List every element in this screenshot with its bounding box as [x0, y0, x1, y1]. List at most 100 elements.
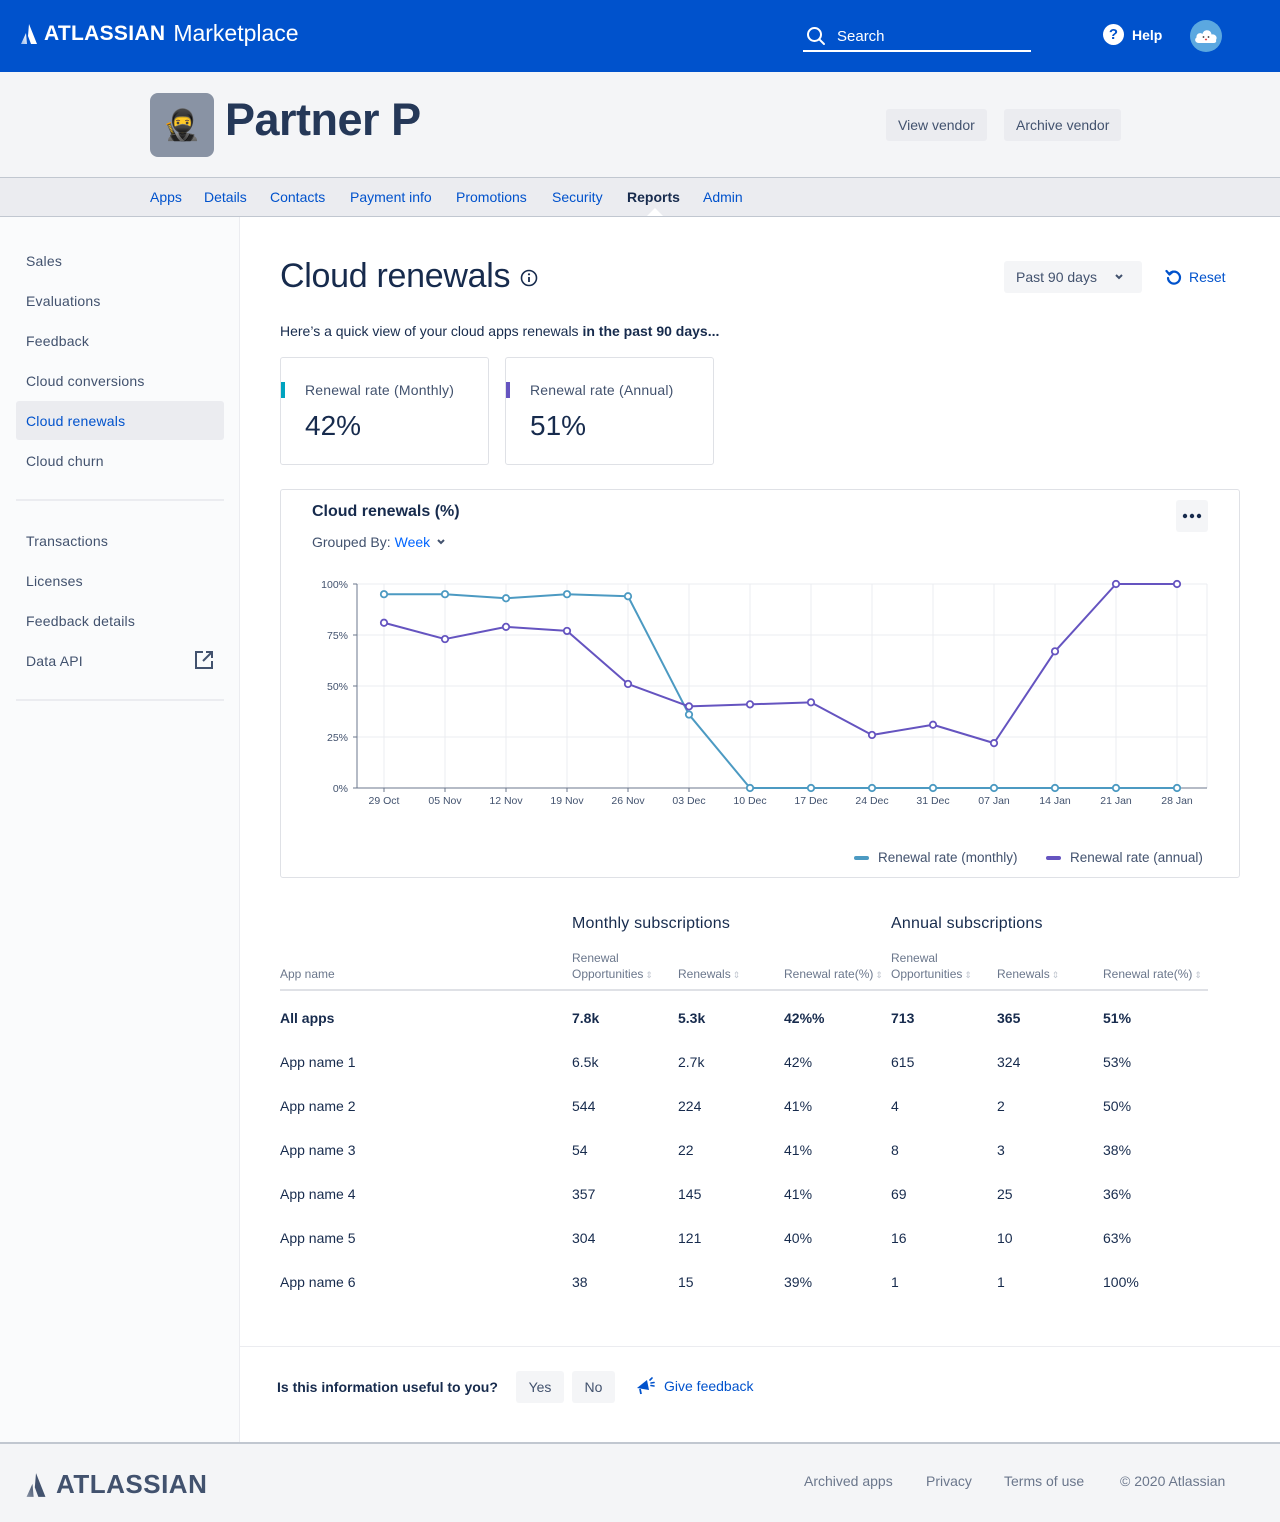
table-row[interactable]: App name 5 304 121 40% 16 10 63% — [280, 1230, 1208, 1274]
cell-annual-renewals: 324 — [997, 1054, 1021, 1070]
sidebar-item-cloud-renewals[interactable]: Cloud renewals — [16, 401, 224, 440]
tab-contacts[interactable]: Contacts — [270, 189, 325, 205]
column-header-monthly-opportunities[interactable]: Renewal Opportunities ⇕ — [572, 950, 653, 983]
column-header-monthly-renewals[interactable]: Renewals ⇕ — [678, 966, 740, 983]
legend-item-annual[interactable]: Renewal rate (annual) — [1046, 850, 1203, 865]
page-subtitle: Here’s a quick view of your cloud apps r… — [280, 323, 719, 339]
sidebar-item-cloud-churn[interactable]: Cloud churn — [16, 441, 224, 480]
view-vendor-button[interactable]: View vendor — [886, 109, 987, 141]
sidebar-item-feedback-details[interactable]: Feedback details — [16, 601, 224, 640]
legend-item-monthly[interactable]: Renewal rate (monthly) — [854, 850, 1018, 865]
footer-link-terms[interactable]: Terms of use — [1004, 1473, 1084, 1489]
kpi-color-bar — [281, 382, 285, 398]
search-field[interactable] — [803, 22, 1031, 52]
cell-annual-rate: 38% — [1103, 1142, 1132, 1158]
chart-card: Cloud renewals (%) Grouped By: Week 0% 25… — [280, 489, 1240, 878]
sidebar-item-evaluations[interactable]: Evaluations — [16, 281, 224, 320]
x-tick-label: 19 Nov — [550, 795, 584, 807]
cell-app-name: App name 3 — [280, 1142, 356, 1158]
column-header-annual-rate[interactable]: Renewal rate(%) ⇕ — [1103, 966, 1202, 983]
sidebar-item-data-api[interactable]: Data API — [16, 641, 224, 680]
cell-monthly-rate: 41% — [784, 1098, 813, 1114]
column-header-monthly-rate[interactable]: Renewal rate(%) ⇕ — [784, 966, 883, 983]
cell-annual-renewals: 10 — [997, 1230, 1013, 1246]
sidebar-item-cloud-conversions[interactable]: Cloud conversions — [16, 361, 224, 400]
footer-link-archived-apps[interactable]: Archived apps — [804, 1473, 893, 1489]
table-row[interactable]: App name 4 357 145 41% 69 25 36% — [280, 1186, 1208, 1230]
tab-reports[interactable]: Reports — [627, 189, 680, 205]
legend-label: Renewal rate (monthly) — [878, 850, 1018, 865]
data-point-monthly — [989, 783, 999, 793]
chevron-down-icon — [1115, 274, 1123, 280]
user-avatar[interactable] — [1190, 20, 1222, 52]
data-point-annual — [379, 618, 389, 627]
tab-security[interactable]: Security — [552, 189, 603, 205]
data-point-monthly — [684, 710, 694, 719]
column-header-annual-opportunities[interactable]: Renewal Opportunities ⇕ — [891, 950, 972, 983]
reset-label: Reset — [1189, 269, 1226, 285]
table-row[interactable]: App name 2 544 224 41% 4 2 50% — [280, 1098, 1208, 1142]
table-row[interactable]: All apps 7.8k 5.3k 42%% 713 365 51% — [280, 1010, 1208, 1054]
search-input[interactable] — [837, 27, 1017, 45]
table-row[interactable]: App name 6 38 15 39% 1 1 100% — [280, 1274, 1208, 1318]
x-tick-label: 21 Jan — [1100, 795, 1132, 807]
data-point-monthly — [562, 590, 572, 599]
sidebar-item-feedback[interactable]: Feedback — [16, 321, 224, 360]
tab-promotions[interactable]: Promotions — [456, 189, 527, 205]
kpi-value: 51% — [530, 410, 587, 441]
cell-monthly-opportunities: 6.5k — [572, 1054, 599, 1070]
header-label: Renewals — [997, 967, 1050, 981]
cell-app-name: All apps — [280, 1010, 335, 1026]
reset-button[interactable]: Reset — [1165, 268, 1226, 286]
marketplace-logo[interactable]: ATLASSIAN Marketplace — [20, 20, 299, 47]
data-point-annual — [928, 720, 938, 729]
header-label: Renewal rate(%) — [1103, 967, 1193, 981]
data-point-annual — [1172, 579, 1182, 589]
footer-link-privacy[interactable]: Privacy — [926, 1473, 972, 1489]
header-label: Renewal — [891, 951, 938, 965]
x-tick-label: 10 Dec — [733, 795, 766, 807]
feedback-divider — [240, 1346, 1280, 1347]
feedback-yes-button[interactable]: Yes — [516, 1371, 564, 1403]
help-label: Help — [1132, 26, 1163, 43]
sidebar-item-licenses[interactable]: Licenses — [16, 561, 224, 600]
give-feedback-link[interactable]: Give feedback — [636, 1377, 754, 1395]
help-button[interactable]: ? Help — [1103, 24, 1162, 45]
y-tick-label: 75% — [327, 630, 348, 642]
cell-monthly-renewals: 5.3k — [678, 1010, 706, 1026]
cell-monthly-renewals: 145 — [678, 1186, 702, 1202]
x-tick-label: 24 Dec — [855, 795, 888, 807]
column-header-app-name[interactable]: App name — [280, 966, 335, 982]
sidebar-item-transactions[interactable]: Transactions — [16, 521, 224, 560]
data-point-monthly — [806, 783, 816, 793]
footer-brand: ATLASSIAN — [56, 1469, 208, 1499]
cell-monthly-opportunities: 54 — [572, 1142, 588, 1158]
tab-details[interactable]: Details — [204, 189, 247, 205]
data-point-monthly — [1050, 783, 1060, 793]
header-label: Renewal — [572, 951, 619, 965]
archive-vendor-button[interactable]: Archive vendor — [1004, 109, 1122, 141]
table-row[interactable]: App name 3 54 22 41% 8 3 38% — [280, 1142, 1208, 1186]
sidebar-item-label: Data API — [26, 652, 83, 669]
data-point-annual — [806, 698, 816, 707]
tab-payment-info[interactable]: Payment info — [350, 189, 432, 205]
data-point-annual — [867, 730, 877, 740]
footer-logo[interactable]: ATLASSIAN — [24, 1469, 207, 1500]
data-point-monthly — [1111, 783, 1121, 793]
data-point-monthly — [440, 590, 450, 599]
cell-monthly-opportunities: 544 — [572, 1098, 596, 1114]
column-header-annual-renewals[interactable]: Renewals ⇕ — [997, 966, 1059, 983]
data-point-annual — [562, 626, 572, 636]
tab-admin[interactable]: Admin — [703, 189, 743, 205]
date-range-select[interactable]: Past 90 days — [1004, 261, 1142, 293]
legend-swatch — [854, 855, 869, 860]
kpi-card-annual: Renewal rate (Annual) 51% — [505, 357, 714, 465]
cell-annual-rate: 36% — [1103, 1186, 1132, 1202]
cell-monthly-renewals: 15 — [678, 1274, 694, 1290]
feedback-no-button[interactable]: No — [572, 1371, 615, 1403]
sidebar-item-sales[interactable]: Sales — [16, 241, 224, 280]
tab-apps[interactable]: Apps — [150, 189, 182, 205]
table-row[interactable]: App name 1 6.5k 2.7k 42% 615 324 53% — [280, 1054, 1208, 1098]
info-icon[interactable] — [520, 269, 538, 287]
sort-icon: ⇕ — [1194, 970, 1202, 980]
